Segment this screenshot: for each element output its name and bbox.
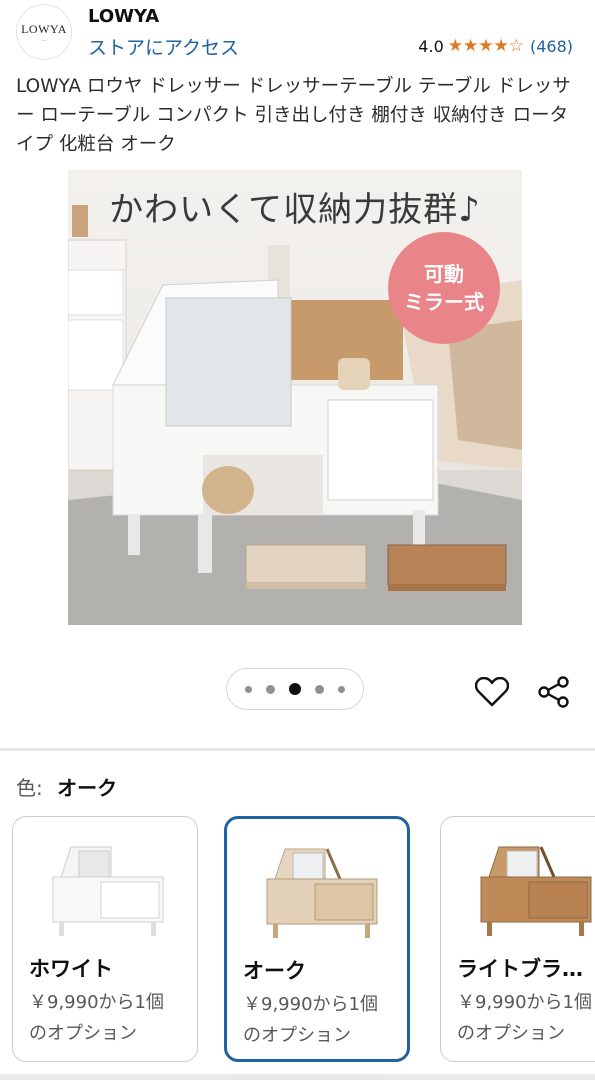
color-option-white[interactable]: ホワイト ￥9,990から1個 のオプション xyxy=(12,816,198,1062)
visit-store-link[interactable]: ストアにアクセス xyxy=(88,33,239,60)
color-label: 色: xyxy=(16,776,43,800)
option-name: ホワイト xyxy=(29,957,113,981)
rating-summary[interactable]: 4.0 ★★★★☆ (468) xyxy=(418,36,573,56)
product-image[interactable]: かわいくて収納力抜群♪ 可動 ミラー式 xyxy=(68,170,522,625)
image-carousel-indicator[interactable] xyxy=(226,668,364,710)
store-header: LOWYA — LOWYA ストアにアクセス 4.0 ★★★★☆ (468) xyxy=(0,0,595,64)
logo-text: LOWYA xyxy=(21,21,67,36)
color-option-oak[interactable]: オーク ￥9,990から1個 のオプション xyxy=(224,816,410,1062)
option-name: オーク xyxy=(243,959,306,983)
logo-underline: — xyxy=(42,37,46,43)
oak-dresser-thumbnail xyxy=(266,848,378,938)
option-price-line-2: のオプション xyxy=(29,1023,137,1044)
carousel-dot[interactable] xyxy=(315,684,324,694)
option-price-line-1: ￥9,990から1個 xyxy=(243,994,378,1015)
light-brown-dresser-thumbnail xyxy=(480,846,592,936)
bottom-divider xyxy=(0,1074,595,1080)
brand-logo[interactable]: LOWYA — xyxy=(16,4,72,60)
option-price: ￥9,990から1個 のオプション xyxy=(457,987,595,1049)
carousel-dot-active[interactable] xyxy=(289,683,301,695)
brand-name[interactable]: LOWYA xyxy=(88,6,159,27)
option-price-line-1: ￥9,990から1個 xyxy=(457,992,592,1013)
share-icon[interactable] xyxy=(534,672,574,712)
option-price-line-1: ￥9,990から1個 xyxy=(29,992,164,1013)
section-divider xyxy=(0,748,595,751)
movable-mirror-badge: 可動 ミラー式 xyxy=(388,232,500,344)
star-rating-icon: ★★★★☆ xyxy=(447,36,524,56)
color-option-light-brown[interactable]: ライトブラ… ￥9,990から1個 のオプション xyxy=(440,816,595,1062)
carousel-dot[interactable] xyxy=(338,685,345,693)
hero-caption: かわいくて収納力抜群♪ xyxy=(109,190,481,230)
option-price: ￥9,990から1個 のオプション xyxy=(243,989,407,1051)
badge-line-2: ミラー式 xyxy=(404,290,484,314)
option-price: ￥9,990から1個 のオプション xyxy=(29,987,197,1049)
rating-count[interactable]: (468) xyxy=(530,37,573,56)
rating-value: 4.0 xyxy=(418,36,444,56)
wishlist-heart-icon[interactable] xyxy=(472,672,512,712)
option-price-line-2: のオプション xyxy=(457,1023,565,1044)
color-selection-label: 色: オーク xyxy=(16,772,117,801)
option-name: ライトブラ… xyxy=(457,957,583,981)
selected-color: オーク xyxy=(57,776,118,800)
product-title: LOWYA ロウヤ ドレッサー ドレッサーテーブル テーブル ドレッサー ローテ… xyxy=(16,76,571,155)
carousel-dot[interactable] xyxy=(245,685,252,693)
badge-line-1: 可動 xyxy=(424,262,464,286)
option-price-line-2: のオプション xyxy=(243,1025,351,1046)
white-dresser-thumbnail xyxy=(52,846,164,936)
carousel-dot[interactable] xyxy=(266,684,275,694)
